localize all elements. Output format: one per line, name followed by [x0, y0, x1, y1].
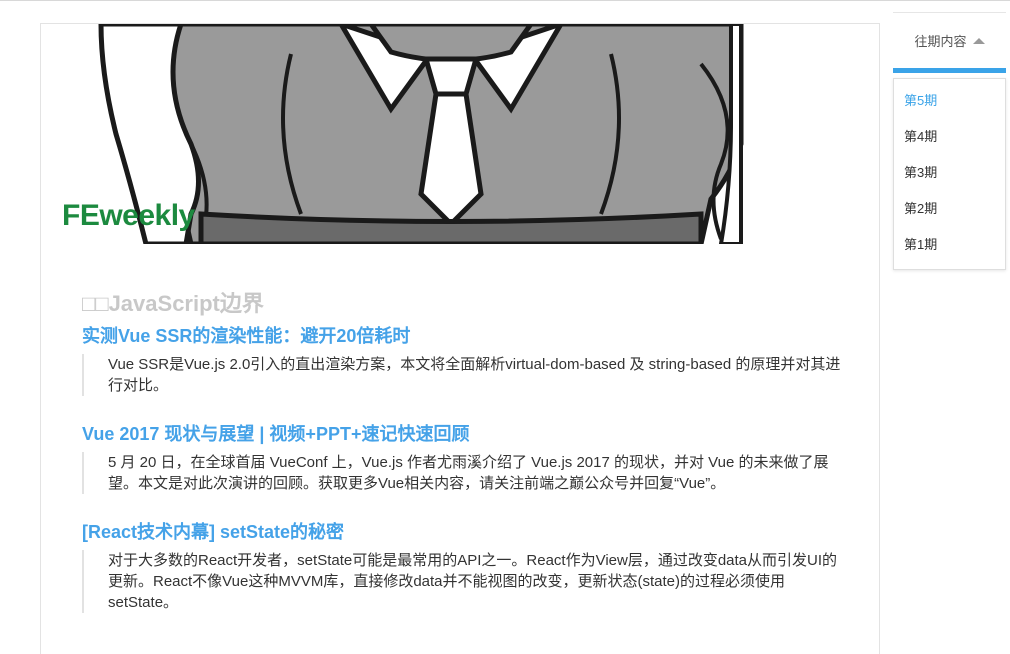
site-title[interactable]: FEweekly [62, 199, 195, 233]
issue-item-4[interactable]: 第4期 [894, 119, 1005, 155]
article-item: Vue 2017 现状与展望 | 视频+PPT+速记快速回顾 5 月 20 日，… [82, 422, 842, 494]
article-description: 对于大多数的React开发者，setState可能是最常用的API之一。Reac… [82, 550, 843, 613]
top-divider [0, 0, 1010, 1]
issue-item-1[interactable]: 第1期 [894, 227, 1005, 263]
article-title-link[interactable]: [React技术内幕] setState的秘密 [82, 520, 842, 544]
past-issues-label: 往期内容 [914, 34, 967, 49]
issue-item-3[interactable]: 第3期 [894, 155, 1005, 191]
article-title-link[interactable]: 实测Vue SSR的渲染性能：避开20倍耗时 [82, 324, 842, 348]
article-item: [React技术内幕] setState的秘密 对于大多数的React开发者，s… [82, 520, 842, 613]
article-list: □□JavaScript边界 实测Vue SSR的渲染性能：避开20倍耗时 Vu… [82, 286, 842, 639]
caret-up-icon [972, 38, 985, 45]
issue-item-5[interactable]: 第5期 [894, 83, 1005, 119]
article-description: Vue SSR是Vue.js 2.0引入的直出渲染方案，本文将全面解析virtu… [82, 354, 843, 396]
hero-banner: FEweekly [41, 24, 879, 244]
main-content-card: FEweekly □□JavaScript边界 实测Vue SSR的渲染性能：避… [40, 23, 880, 654]
past-issues-sidebar: 往期内容 第5期 第4期 第3期 第2期 第1期 [893, 12, 1006, 270]
article-title-link[interactable]: Vue 2017 现状与展望 | 视频+PPT+速记快速回顾 [82, 422, 842, 446]
issue-item-2[interactable]: 第2期 [894, 191, 1005, 227]
article-description: 5 月 20 日，在全球首届 VueConf 上，Vue.js 作者尤雨溪介绍了… [82, 452, 843, 494]
section-heading: □□JavaScript边界 [82, 291, 264, 316]
past-issues-toggle[interactable]: 往期内容 [893, 12, 1006, 68]
article-item: 实测Vue SSR的渲染性能：避开20倍耗时 Vue SSR是Vue.js 2.… [82, 324, 842, 396]
issue-dropdown-list: 第5期 第4期 第3期 第2期 第1期 [893, 78, 1006, 270]
